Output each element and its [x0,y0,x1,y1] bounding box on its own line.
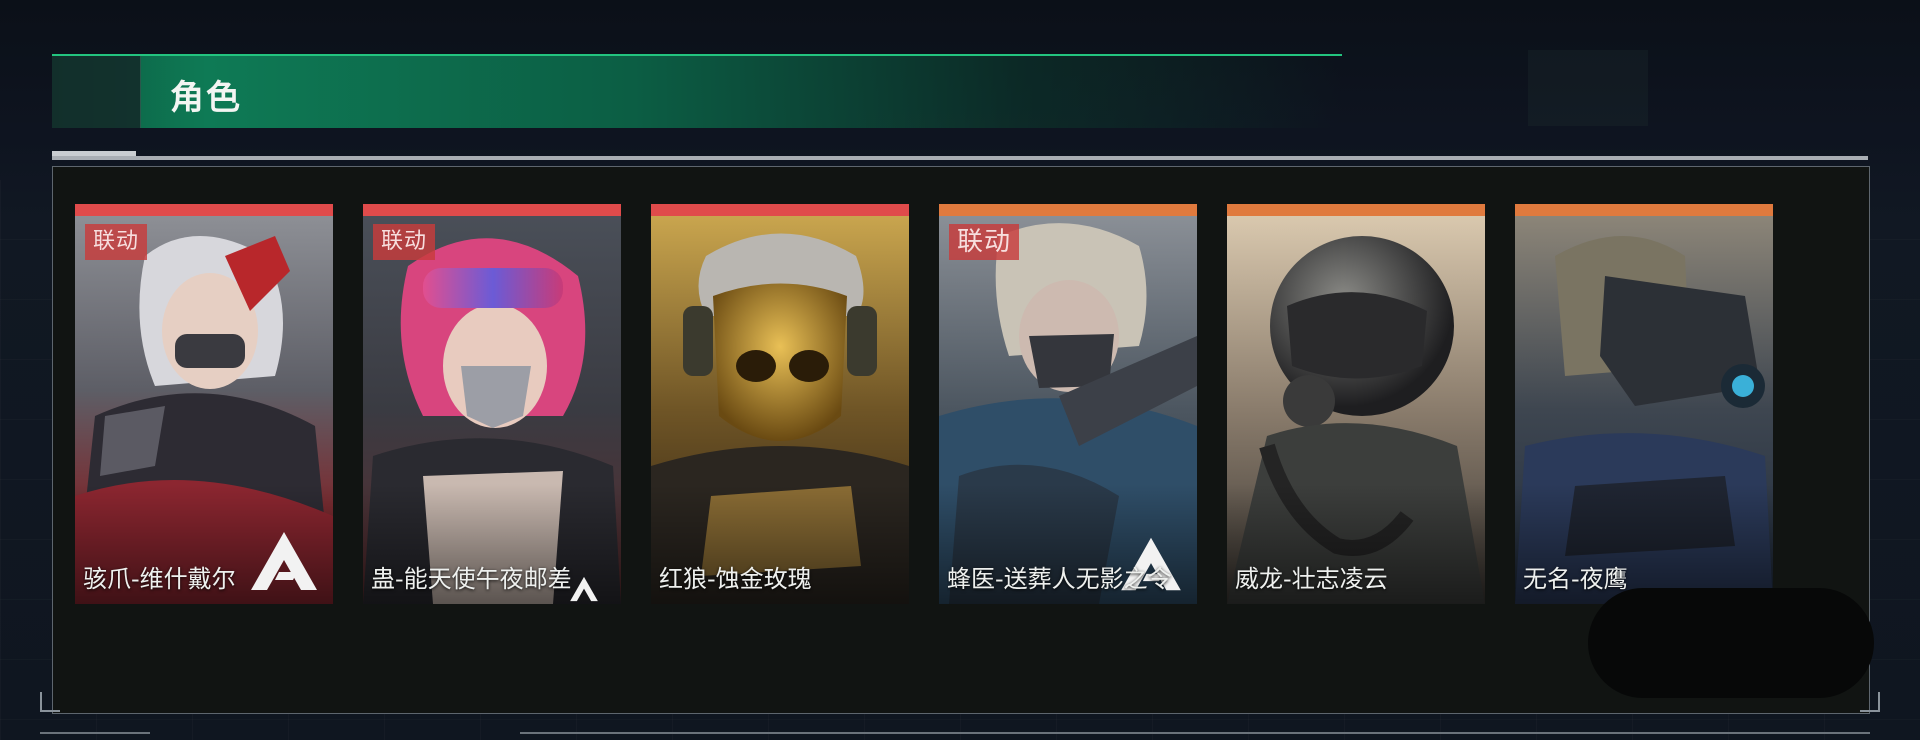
rarity-bar [75,204,333,216]
character-card[interactable]: 红狼-蚀金玫瑰 [651,204,909,604]
collab-badge: 联动 [373,224,436,260]
page: 角色 联动 骇爪-维什戴尔 联动 蛊-能天使午夜邮差 红狼-蚀金玫瑰 联动 蜂医… [0,0,1920,740]
character-name: 威龙-壮志凌云 [1235,565,1388,593]
rarity-bar [1515,204,1773,216]
header-divider [52,156,1868,160]
rarity-bar [939,204,1197,216]
character-card[interactable]: 联动 蛊-能天使午夜邮差 [363,204,621,604]
redaction-blob [1588,588,1874,698]
rarity-bar [1227,204,1485,216]
character-card[interactable]: 无名-夜鹰 [1515,204,1773,604]
header-cap-decoration [52,56,141,128]
section-header: 角色 [52,54,1342,128]
panel-corner-bottom-right [1860,692,1880,712]
rarity-bar [651,204,909,216]
rarity-bar [363,204,621,216]
collab-badge: 联动 [949,224,1020,260]
section-title: 角色 [170,78,242,118]
character-name: 蛊-能天使午夜邮差 [371,565,572,593]
character-card[interactable]: 联动 骇爪-维什戴尔 [75,204,333,604]
bottom-edge-right [520,732,1870,734]
collab-badge: 联动 [85,224,148,260]
character-card[interactable]: 威龙-壮志凌云 [1227,204,1485,604]
header-decoration-block [1528,50,1648,126]
character-name: 骇爪-维什戴尔 [83,565,236,593]
panel-corner-bottom-left [40,692,60,712]
bottom-edge-left [40,732,150,734]
character-name: 蜂医-送葬人无影之令 [947,565,1172,593]
character-name: 红狼-蚀金玫瑰 [659,565,812,593]
character-card[interactable]: 联动 蜂医-送葬人无影之令 [939,204,1197,604]
